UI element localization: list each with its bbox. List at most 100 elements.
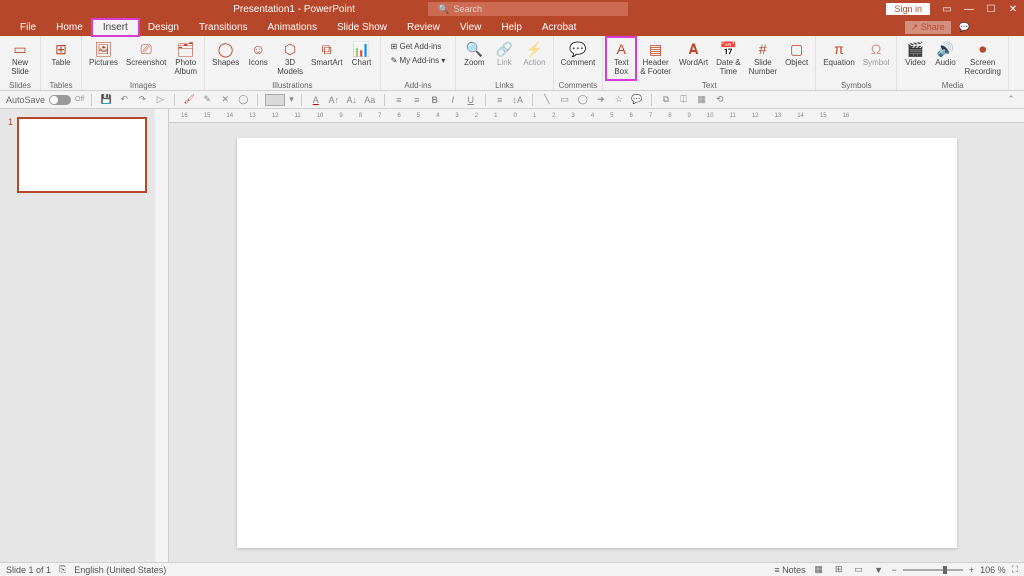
tab-slideshow[interactable]: Slide Show: [327, 20, 397, 35]
screen-recording-button[interactable]: ⏺Screen Recording: [961, 38, 1003, 79]
callout-icon[interactable]: 💬: [630, 93, 644, 107]
icons-button[interactable]: ☺Icons: [244, 38, 272, 70]
text-box-button[interactable]: AText Box: [607, 38, 635, 79]
my-addins-button[interactable]: ✎ My Add-ins ▾: [387, 54, 450, 67]
start-slideshow-icon[interactable]: ▷: [153, 93, 167, 107]
eyedropper-icon[interactable]: ✎: [200, 93, 214, 107]
tab-insert[interactable]: Insert: [93, 20, 138, 35]
normal-view-icon[interactable]: ▦: [812, 564, 826, 576]
close-icon[interactable]: ✕: [1002, 0, 1024, 18]
group-icon[interactable]: ▦: [695, 93, 709, 107]
autosave-toggle[interactable]: [49, 95, 71, 105]
maximize-icon[interactable]: ☐: [980, 0, 1002, 18]
lasso-icon[interactable]: ◯: [236, 93, 250, 107]
italic-icon[interactable]: I: [446, 93, 460, 107]
tab-home[interactable]: Home: [46, 20, 93, 35]
text-direction-icon[interactable]: ↕A: [511, 93, 525, 107]
equation-button[interactable]: πEquation: [820, 38, 858, 70]
slideshow-view-icon[interactable]: ▼: [872, 564, 886, 576]
chart-button[interactable]: 📊Chart: [348, 38, 376, 70]
clear-icon[interactable]: ✕: [218, 93, 232, 107]
zoom-in-icon[interactable]: +: [969, 565, 974, 575]
audio-button[interactable]: 🔊Audio: [931, 38, 959, 70]
rect-icon[interactable]: ▭: [558, 93, 572, 107]
shapes-button[interactable]: ◯Shapes: [209, 38, 242, 70]
rotate-icon[interactable]: ⟲: [713, 93, 727, 107]
zoom-button[interactable]: 🔍Zoom: [460, 38, 488, 70]
underline-icon[interactable]: U: [464, 93, 478, 107]
slide-canvas[interactable]: [237, 138, 957, 548]
vertical-ruler: [155, 109, 169, 562]
accessibility-icon[interactable]: ⎘: [59, 564, 66, 575]
notes-button[interactable]: ≡ Notes: [774, 565, 805, 575]
photo-album-icon: 🗂: [177, 40, 195, 58]
reading-view-icon[interactable]: ▭: [852, 564, 866, 576]
tab-design[interactable]: Design: [138, 20, 189, 35]
share-button[interactable]: ↗ Share: [905, 21, 951, 34]
smartart-button[interactable]: ⧉SmartArt: [308, 38, 346, 70]
ribbon-options-icon[interactable]: ▭: [936, 0, 958, 18]
slide-thumbnail-pane[interactable]: 1: [0, 109, 155, 562]
tab-help[interactable]: Help: [491, 20, 532, 35]
tab-animations[interactable]: Animations: [258, 20, 327, 35]
font-color-icon[interactable]: A: [309, 93, 323, 107]
chevron-up-icon[interactable]: ⌃: [1004, 93, 1018, 107]
align-objects-icon[interactable]: ⎅: [677, 93, 691, 107]
screenshot-button[interactable]: ⎚Screenshot: [123, 38, 169, 70]
align-left-icon[interactable]: ≡: [493, 93, 507, 107]
date-time-button[interactable]: 📅Date & Time: [713, 38, 743, 79]
comments-button[interactable]: 💬 Comments: [959, 22, 1016, 33]
zoom-slider[interactable]: [903, 569, 963, 571]
video-button[interactable]: 🎬Video: [901, 38, 929, 70]
table-button[interactable]: ⊞ Table: [45, 38, 77, 70]
ribbon-group-text: AText Box ▤Header & Footer 𝐀WordArt 📅Dat…: [603, 36, 816, 90]
sorter-view-icon[interactable]: ⊞: [832, 564, 846, 576]
line-icon[interactable]: ╲: [540, 93, 554, 107]
change-case-icon[interactable]: Aa: [363, 93, 377, 107]
fit-to-window-icon[interactable]: ⛶: [1012, 564, 1018, 575]
bullets-icon[interactable]: ≡: [392, 93, 406, 107]
format-painter-icon[interactable]: 🖌: [182, 93, 196, 107]
font-size-down-icon[interactable]: A↓: [345, 93, 359, 107]
fill-color-button[interactable]: [265, 94, 285, 106]
header-footer-button[interactable]: ▤Header & Footer: [637, 38, 674, 79]
signin-button[interactable]: Sign in: [886, 3, 930, 15]
star-icon[interactable]: ☆: [612, 93, 626, 107]
zoom-out-icon[interactable]: −: [892, 565, 897, 575]
save-icon[interactable]: 💾: [99, 93, 113, 107]
arrow-icon[interactable]: ➔: [594, 93, 608, 107]
numbering-icon[interactable]: ≡: [410, 93, 424, 107]
tab-file[interactable]: File: [10, 20, 46, 35]
new-slide-button[interactable]: ▭ New Slide: [4, 38, 36, 79]
equation-icon: π: [830, 40, 848, 58]
tab-view[interactable]: View: [450, 20, 492, 35]
tab-transitions[interactable]: Transitions: [189, 20, 258, 35]
wordart-button[interactable]: 𝐀WordArt: [676, 38, 711, 70]
slide-number-button[interactable]: #Slide Number: [746, 38, 780, 79]
slide-counter[interactable]: Slide 1 of 1: [6, 565, 51, 575]
pictures-button[interactable]: 🖼Pictures: [86, 38, 121, 70]
object-button[interactable]: ▢Object: [782, 38, 811, 70]
smartart-icon: ⧉: [318, 40, 336, 58]
shapes-icon: ◯: [217, 40, 235, 58]
language-status[interactable]: English (United States): [74, 565, 166, 575]
minimize-icon[interactable]: —: [958, 0, 980, 18]
undo-icon[interactable]: ↶: [117, 93, 131, 107]
bold-icon[interactable]: B: [428, 93, 442, 107]
comment-button[interactable]: 💬Comment: [558, 38, 599, 70]
slide-thumbnail[interactable]: [17, 117, 147, 193]
oval-icon[interactable]: ◯: [576, 93, 590, 107]
tab-review[interactable]: Review: [397, 20, 450, 35]
ribbon-group-comments: 💬Comment Comments: [554, 36, 604, 90]
arrange-icon[interactable]: ⧉: [659, 93, 673, 107]
photo-album-button[interactable]: 🗂Photo Album: [171, 38, 200, 79]
get-addins-button[interactable]: ⊞ Get Add-ins: [387, 40, 450, 53]
3d-models-button[interactable]: ⬡3D Models: [274, 38, 306, 79]
redo-icon[interactable]: ↷: [135, 93, 149, 107]
status-bar: Slide 1 of 1 ⎘ English (United States) ≡…: [0, 562, 1024, 576]
search-box[interactable]: 🔍 Search: [428, 2, 628, 16]
zoom-icon: 🔍: [465, 40, 483, 58]
font-size-up-icon[interactable]: A↑: [327, 93, 341, 107]
tab-acrobat[interactable]: Acrobat: [532, 20, 586, 35]
zoom-level[interactable]: 106 %: [980, 565, 1006, 575]
